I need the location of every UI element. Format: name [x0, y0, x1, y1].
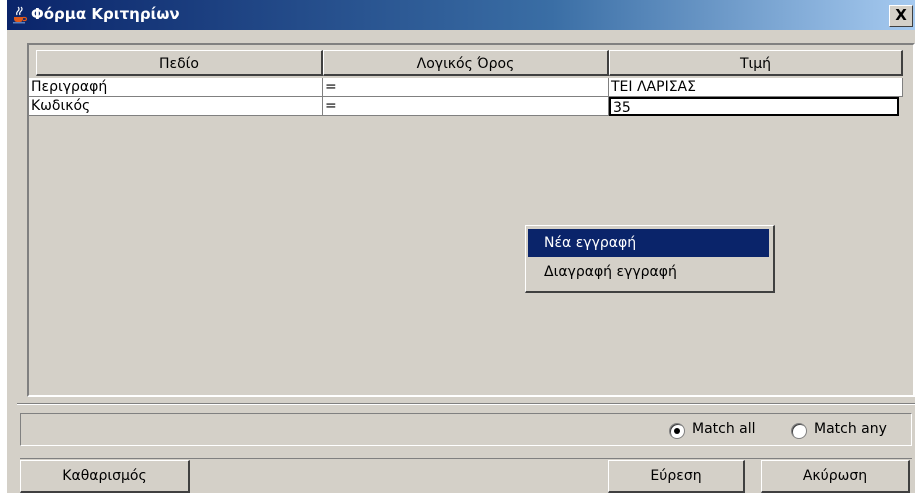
- column-header-operator[interactable]: Λογικός Όρος: [323, 50, 609, 76]
- match-all-label[interactable]: Match all: [692, 421, 756, 437]
- window-title: Φόρμα Κριτηρίων: [31, 5, 180, 23]
- match-any-label[interactable]: Match any: [814, 421, 887, 437]
- match-options: Match all Match any: [20, 413, 912, 446]
- menu-item-delete-record[interactable]: Διαγραφή εγγραφή: [528, 258, 769, 286]
- cell-field[interactable]: Κωδικός: [29, 97, 323, 116]
- context-menu: Νέα εγγραφή Διαγραφή εγγραφή: [525, 225, 775, 293]
- divider: [17, 403, 915, 405]
- clear-button[interactable]: Καθαρισμός: [20, 460, 190, 493]
- menu-item-new-record[interactable]: Νέα εγγραφή: [528, 229, 769, 257]
- cell-value-editor[interactable]: 35: [609, 97, 899, 116]
- cell-value[interactable]: ΤΕΙ ΛΑΡΙΣΑΣ: [609, 78, 903, 97]
- cell-operator[interactable]: =: [323, 78, 609, 97]
- criteria-table: Πεδίο Λογικός Όρος Τιμή Περιγραφή = ΤΕΙ …: [27, 43, 915, 397]
- cancel-button[interactable]: Ακύρωση: [761, 460, 910, 493]
- close-button[interactable]: X: [889, 5, 913, 27]
- match-any-radio[interactable]: [791, 423, 807, 439]
- find-button[interactable]: Εύρεση: [608, 460, 745, 493]
- radio-selected-dot: [674, 428, 680, 434]
- java-cup-icon: [13, 6, 28, 24]
- cell-operator[interactable]: =: [323, 97, 609, 116]
- criteria-form-window: Φόρμα Κριτηρίων X Πεδίο Λογικός Όρος Τιμ…: [7, 0, 915, 493]
- match-all-radio[interactable]: [669, 423, 685, 439]
- column-header-value[interactable]: Τιμή: [609, 50, 903, 76]
- cell-field[interactable]: Περιγραφή: [29, 78, 323, 97]
- title-bar[interactable]: Φόρμα Κριτηρίων X: [7, 0, 915, 30]
- column-header-field[interactable]: Πεδίο: [36, 50, 323, 76]
